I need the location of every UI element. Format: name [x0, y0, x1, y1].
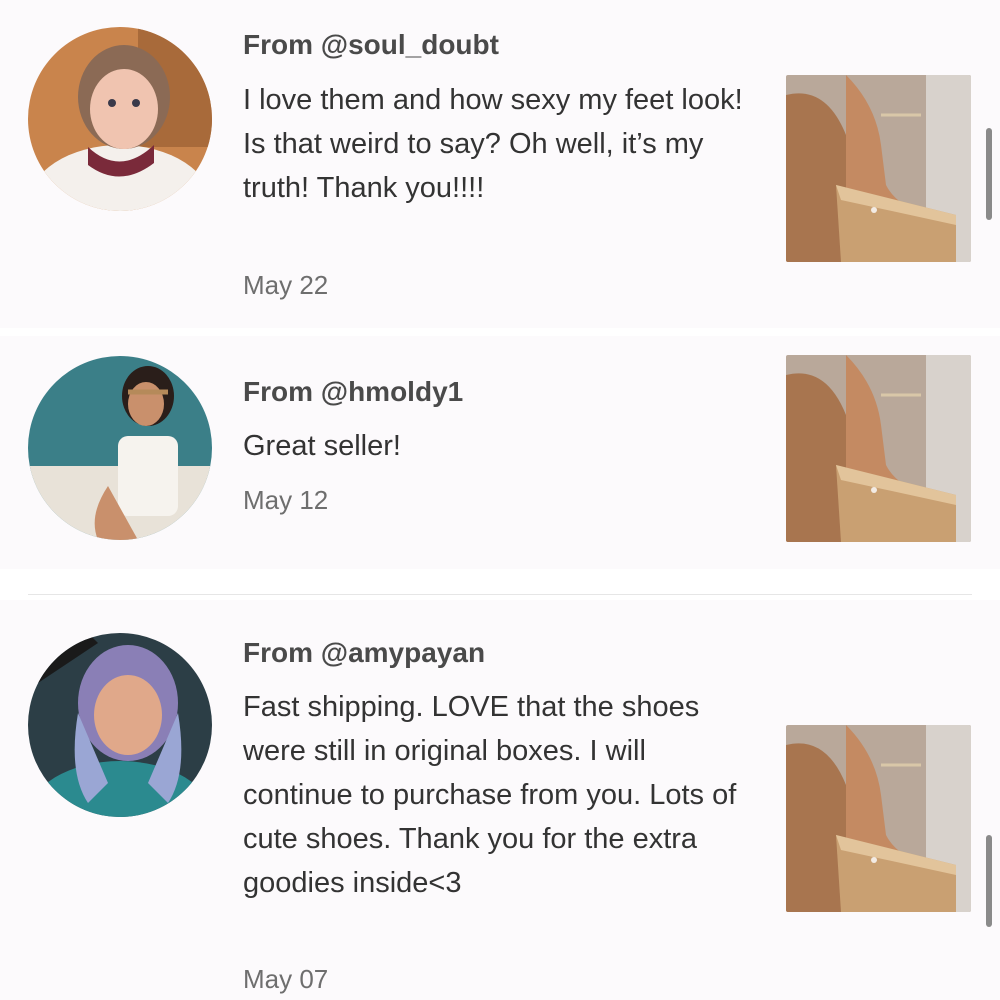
reviewer-username[interactable]: From @hmoldy1	[243, 375, 463, 409]
review-text: Great seller!	[243, 430, 401, 462]
avatar-photo-icon	[28, 27, 212, 211]
review-text: Fast shipping. LOVE that the shoes were …	[243, 691, 737, 899]
reviewer-username[interactable]: From @amypayan	[243, 636, 485, 670]
reviewer-avatar[interactable]	[28, 356, 212, 540]
review-date: May 22	[243, 270, 329, 300]
product-thumbnail[interactable]	[786, 355, 971, 542]
product-thumbnail[interactable]	[786, 75, 971, 262]
review-card: From @soul_doubt I love them and how sex…	[0, 0, 1000, 328]
scrollbar[interactable]	[986, 128, 992, 220]
product-photo-icon	[786, 75, 971, 262]
review-date: May 12	[243, 485, 329, 515]
review-date: May 07	[243, 964, 329, 994]
product-thumbnail[interactable]	[786, 725, 971, 912]
scrollbar[interactable]	[986, 835, 992, 927]
avatar-photo-icon	[28, 633, 212, 817]
reviewer-avatar[interactable]	[28, 633, 212, 817]
review-card: From @amypayan Fast shipping. LOVE that …	[0, 600, 1000, 1000]
review-feed: From @soul_doubt I love them and how sex…	[0, 0, 1000, 1000]
divider	[28, 594, 972, 595]
avatar-photo-icon	[28, 356, 212, 540]
reviewer-username[interactable]: From @soul_doubt	[243, 28, 499, 62]
product-photo-icon	[786, 725, 971, 912]
review-text: I love them and how sexy my feet look! I…	[243, 84, 743, 204]
reviewer-avatar[interactable]	[28, 27, 212, 211]
product-photo-icon	[786, 355, 971, 542]
review-card: From @hmoldy1 Great seller! May 12	[0, 336, 1000, 569]
